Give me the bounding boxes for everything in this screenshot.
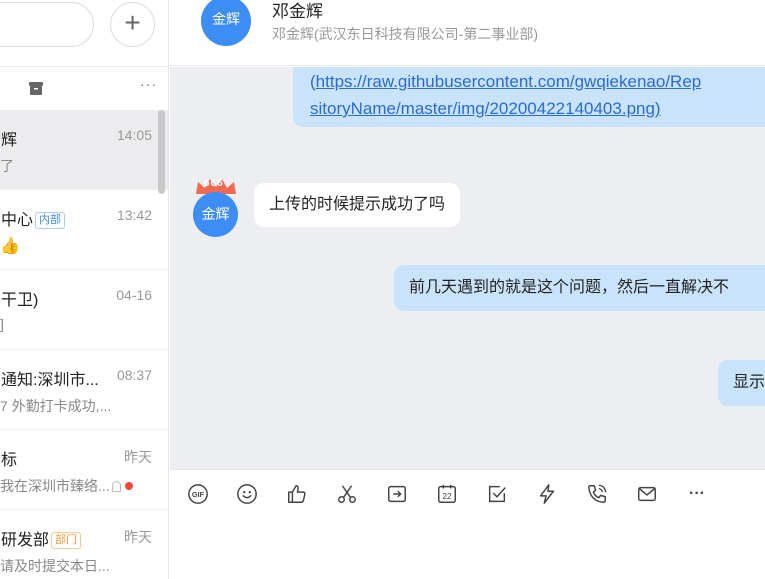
avatar[interactable]: 金辉 [193, 192, 238, 237]
tag-badge: 部门 [51, 532, 82, 549]
emoji-icon[interactable] [235, 482, 259, 506]
conversation-name: 辉 [1, 132, 18, 149]
gif-icon[interactable]: GIF [186, 482, 210, 506]
message-bubble-outgoing: 前几天遇到的就是这个问题，然后一直解决不 [394, 265, 765, 311]
message-input[interactable] [170, 517, 765, 579]
chat-header: 金辉 邓金辉 邓金辉(武汉东日科技有限公司-第二事业部) [170, 0, 765, 66]
svg-text:GIF: GIF [192, 490, 205, 499]
unread-dot [124, 482, 133, 490]
calendar-icon[interactable]: 22 [435, 482, 459, 506]
conversation-time: 昨天 [124, 449, 152, 465]
message-area: (https://raw.githubusercontent.com/gwqie… [170, 67, 765, 469]
message-link-continued[interactable]: sitoryName/master/img/20200422140403.png… [310, 99, 661, 118]
forward-icon[interactable] [385, 482, 409, 506]
message-bubble-link: (https://raw.githubusercontent.com/gwqie… [293, 67, 765, 127]
contact-department: 邓金辉(武汉东日科技有限公司-第二事业部) [272, 26, 538, 42]
conversation-preview: 了 [0, 158, 14, 174]
more-icon[interactable]: ··· [140, 76, 157, 92]
svg-text:22: 22 [442, 492, 452, 501]
conversation-time: 08:37 [116, 367, 152, 383]
avatar[interactable]: 金辉 [201, 0, 251, 46]
badge-666: 666 [204, 178, 224, 189]
conversation-time: 昨天 [124, 529, 152, 545]
search-input[interactable] [0, 2, 94, 47]
conversation-time: 04-16 [116, 287, 152, 303]
message-link[interactable]: https://raw.githubusercontent.com/gwqiek… [316, 72, 702, 91]
contact-name: 邓金辉 [272, 2, 323, 21]
phone-call-icon[interactable] [585, 482, 609, 506]
conversation-name: 标 [1, 452, 18, 469]
conversation-preview: ] [0, 316, 4, 332]
mute-icon [111, 481, 121, 492]
chat-toolbar: GIF 22 ··· [170, 469, 765, 517]
lightning-icon[interactable] [535, 482, 559, 506]
message-bubble-incoming: 上传的时候提示成功了吗 [254, 183, 461, 227]
list-header: ··· [0, 66, 168, 110]
thumbs-up-icon[interactable] [285, 482, 309, 506]
conversation-name: 干卫) [1, 292, 39, 309]
more-icon[interactable]: ··· [685, 482, 709, 506]
list-item[interactable]: 研发部 部门 昨天 请及时提交本日... [0, 510, 168, 579]
message-bubble-outgoing: 显示 [718, 360, 765, 406]
conversation-time: 14:05 [116, 127, 152, 143]
conversation-sidebar: + ··· 辉 14:05 了 中心 内部 13:42 👍 干卫) 04-16 ]… [0, 0, 169, 579]
tag-badge: 内部 [35, 212, 66, 229]
conversation-name: 研发部 部门 [1, 526, 82, 550]
task-check-icon[interactable] [485, 482, 509, 506]
scissors-icon[interactable] [335, 482, 359, 506]
conversation-preview: 👍 [0, 238, 20, 255]
list-item[interactable]: 标 昨天 我在深圳市臻络... [0, 430, 168, 510]
list-item[interactable]: 通知:深圳市... 08:37 7 外勤打卡成功,... [0, 350, 168, 430]
mail-icon[interactable] [635, 482, 659, 506]
conversation-preview: 我在深圳市臻络... [0, 476, 133, 496]
list-item[interactable]: 辉 14:05 了 [0, 110, 168, 190]
add-button[interactable]: + [110, 2, 155, 47]
conversation-preview: 7 外勤打卡成功,... [0, 398, 112, 414]
list-item[interactable]: 干卫) 04-16 ] [0, 270, 168, 350]
archive-icon[interactable] [28, 81, 44, 96]
conversation-name: 中心 内部 [1, 206, 66, 230]
conversation-time: 13:42 [116, 207, 152, 223]
list-item[interactable]: 中心 内部 13:42 👍 [0, 190, 168, 270]
conversation-name: 通知:深圳市... [1, 372, 99, 389]
scrollbar[interactable] [158, 110, 165, 194]
conversation-preview: 请及时提交本日... [0, 558, 110, 574]
